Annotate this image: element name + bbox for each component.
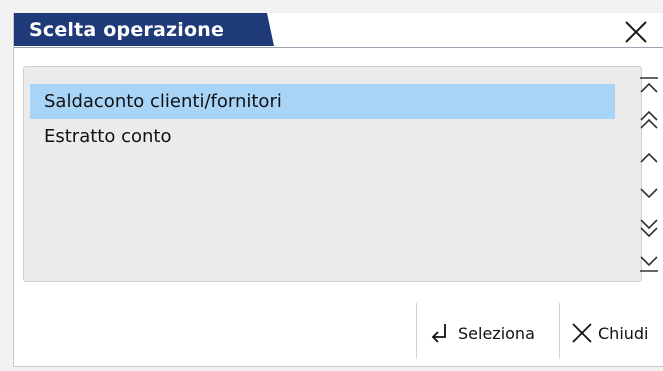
operation-choice-dialog: Scelta operazione Saldaconto clienti/for… [13,13,663,367]
select-button-label: Seleziona [458,323,535,343]
list-item-estratto-conto[interactable]: Estratto conto [30,119,615,154]
title-tab: Scelta operazione [14,13,284,46]
footer-divider [416,303,417,359]
dialog-title: Scelta operazione [29,19,225,41]
line-up-button[interactable] [636,145,662,171]
scroll-top-icon [640,77,658,93]
page-down-icon [640,219,658,238]
scroll-bottom-button[interactable] [636,250,662,276]
page-down-button[interactable] [636,215,662,241]
scroll-bottom-icon [640,256,658,272]
operations-list[interactable]: Saldaconto clienti/fornitori Estratto co… [23,66,642,282]
line-up-icon [640,152,658,163]
footer-divider [559,303,560,359]
line-down-icon [640,188,658,199]
enter-return-icon [431,324,446,343]
close-button[interactable]: Chiudi [571,315,649,351]
title-bar: Scelta operazione [14,13,663,48]
list-item-label: Saldaconto clienti/fornitori [44,91,282,112]
close-icon [572,323,592,343]
close-button-label: Chiudi [598,323,649,343]
select-button[interactable]: Seleziona [428,315,535,351]
page-up-button[interactable] [636,108,662,134]
scroll-top-button[interactable] [636,73,662,99]
list-item-label: Estratto conto [44,126,172,147]
close-icon [625,21,647,43]
title-close-button[interactable] [623,19,649,45]
page-up-icon [640,110,658,129]
list-item-saldaconto[interactable]: Saldaconto clienti/fornitori [30,84,615,119]
line-down-button[interactable] [636,180,662,206]
